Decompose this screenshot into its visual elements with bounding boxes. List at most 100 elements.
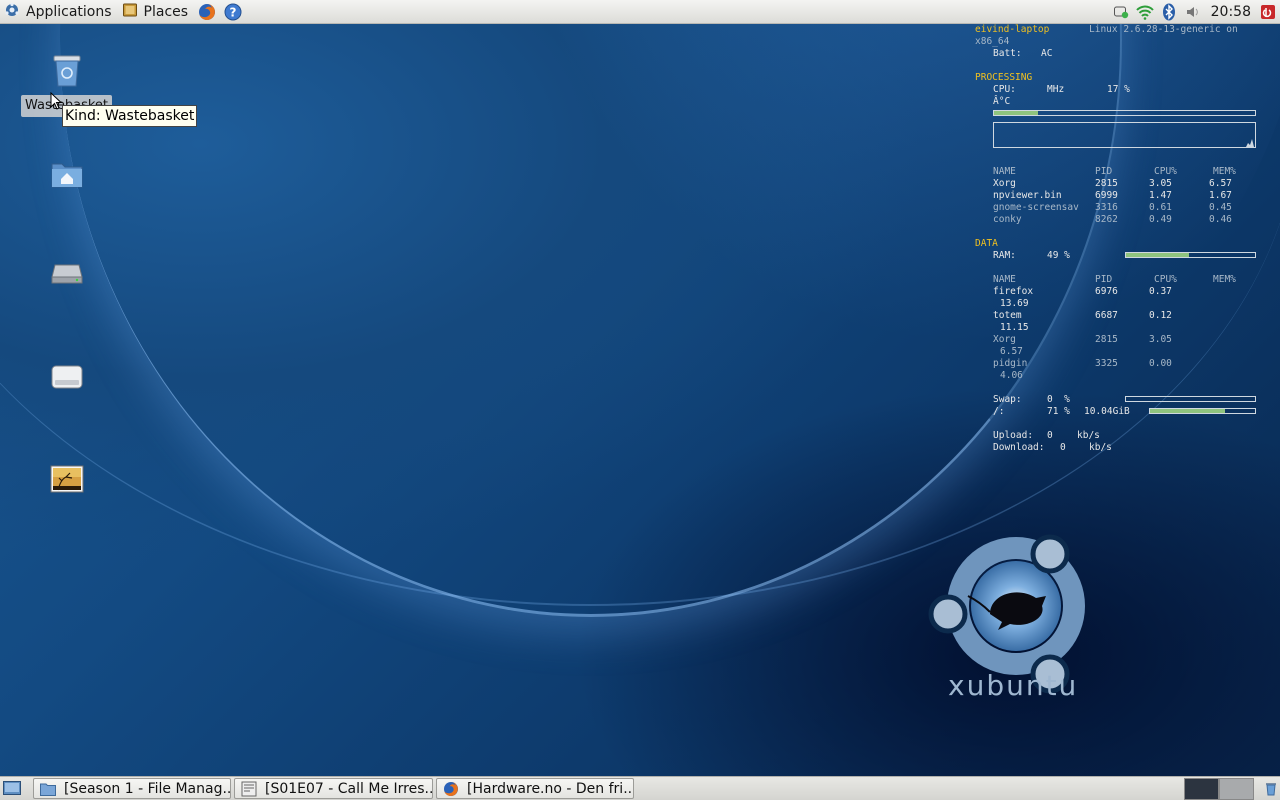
task-label: [S01E07 - Call Me Irres... [265, 780, 433, 797]
bottom-panel: [Season 1 - File Manag... [S01E07 - Call… [0, 776, 1280, 800]
conky-cpu-top-pid: 2815 [1095, 178, 1118, 189]
places-menu-label: Places [143, 3, 189, 20]
conky-mem-top-cpu: 0.12 [1149, 310, 1172, 321]
conky-mem-top-cpu: 3.05 [1149, 334, 1172, 345]
volume-icon[interactable] [1184, 3, 1202, 21]
conky-root-bar [1149, 408, 1256, 414]
conky-mem-top-mem: 11.15 [1000, 322, 1029, 333]
conky-mem-top-mem: 6.57 [1000, 346, 1023, 357]
applications-menu[interactable]: Applications [0, 0, 118, 24]
conky-cpu-top-name: npviewer.bin [993, 190, 1062, 201]
conky-upload-unit: kb/s [1077, 430, 1100, 441]
home-folder-icon[interactable] [50, 157, 84, 191]
conky-cpu-top-pid: 8262 [1095, 214, 1118, 225]
svg-text:?: ? [230, 5, 237, 19]
task-video-player[interactable]: [S01E07 - Call Me Irres... [234, 778, 433, 799]
desktop[interactable]: Wastebasket Kind: Wastebasket eivind-lap… [0, 24, 1280, 776]
conky-download-label: Download: [993, 442, 1045, 453]
applications-menu-icon [4, 2, 20, 22]
conky-cpu-label: CPU: [993, 84, 1016, 95]
notification-icon[interactable] [1112, 3, 1130, 21]
conky-mem-top-pid: 6687 [1095, 310, 1118, 321]
conky-mem-col-name: NAME [993, 274, 1016, 285]
workspace-1[interactable] [1184, 778, 1219, 800]
conky-root-label: /: [993, 406, 1005, 417]
conky-upload-label: Upload: [993, 430, 1034, 441]
hard-drive-icon[interactable] [50, 257, 84, 291]
task-label: [Season 1 - File Manag... [64, 780, 231, 797]
trash-applet-icon[interactable] [1264, 782, 1278, 796]
conky-mem-top-cpu: 0.37 [1149, 286, 1172, 297]
conky-mem-col-cpu: CPU% [1154, 274, 1177, 285]
conky-arch: x86_64 [975, 36, 1010, 47]
removable-drive-icon[interactable] [50, 360, 84, 394]
conky-cpu-col-cpu: CPU% [1154, 166, 1177, 177]
conky-temperature: Â°C [993, 96, 1011, 107]
conky-cpu-col-name: NAME [993, 166, 1016, 177]
firefox-icon [443, 781, 459, 797]
conky-cpu-top-mem: 6.57 [1209, 178, 1232, 189]
conky-cpu-col-mem: MEM% [1213, 166, 1236, 177]
system-tray: 20:58 [1109, 0, 1280, 24]
conky-upload-value: 0 [1047, 430, 1053, 441]
conky-cpu-top-mem: 0.45 [1209, 202, 1232, 213]
image-file-icon[interactable] [50, 462, 84, 496]
conky-mem-top-pid: 3325 [1095, 358, 1118, 369]
conky-mem-top-name: totem [993, 310, 1022, 321]
conky-hostname: eivind-laptop [975, 24, 1050, 35]
firefox-launcher[interactable] [197, 2, 217, 22]
folder-icon [40, 781, 56, 797]
conky-mem-col-mem: MEM% [1213, 274, 1236, 285]
conky-cpu-mhz-label: MHz [1047, 84, 1065, 95]
conky-cpu-percent: 17 % [1107, 84, 1130, 95]
conky-mem-top-pid: 2815 [1095, 334, 1118, 345]
conky-cpu-bar [993, 110, 1256, 116]
conky-mem-top-name: firefox [993, 286, 1034, 297]
conky-ram-bar-fill [1126, 253, 1190, 257]
show-desktop-icon[interactable] [3, 781, 21, 795]
wastebasket-icon[interactable] [50, 54, 84, 88]
conky-mem-top-mem: 4.06 [1000, 370, 1023, 381]
places-menu[interactable]: Places [118, 0, 195, 24]
firefox-icon [199, 3, 216, 20]
conky-cpu-top-name: gnome-screensav [993, 202, 1079, 213]
tooltip: Kind: Wastebasket [62, 105, 198, 127]
conky-cpu-graph [993, 122, 1256, 148]
conky-ram-label: RAM: [993, 250, 1016, 261]
task-firefox[interactable]: [Hardware.no - Den fri... [436, 778, 634, 799]
logout-icon[interactable] [1259, 3, 1277, 21]
task-file-manager[interactable]: [Season 1 - File Manag... [33, 778, 231, 799]
conky-cpu-top-name: conky [993, 214, 1022, 225]
places-menu-icon [122, 2, 138, 22]
conky-processing-header: PROCESSING [975, 72, 1033, 83]
conky-kernel: Linux 2.6.28-13-generic on [1089, 24, 1238, 35]
conky-cpu-top-mem: 0.46 [1209, 214, 1232, 225]
conky-cpu-bar-fill [994, 111, 1039, 115]
conky-root-size: 10.04GiB [1084, 406, 1130, 417]
bluetooth-icon[interactable] [1160, 3, 1178, 21]
conky-cpu-top-pid: 3316 [1095, 202, 1118, 213]
conky-ram-bar [1125, 252, 1256, 258]
help-icon: ? [224, 3, 242, 20]
workspace-2[interactable] [1219, 778, 1254, 800]
conky-mem-col-pid: PID [1095, 274, 1113, 285]
conky-cpu-top-cpu: 0.61 [1149, 202, 1172, 213]
conky-mem-top-mem: 13.69 [1000, 298, 1029, 309]
wifi-icon[interactable] [1135, 3, 1154, 21]
conky-root-percent: 71 % [1047, 406, 1070, 417]
conky-swap-bar [1125, 396, 1256, 402]
help-launcher[interactable]: ? [223, 2, 243, 22]
conky-swap-percent: 0 % [1047, 394, 1070, 405]
conky-ram-percent: 49 % [1047, 250, 1070, 261]
applications-menu-label: Applications [26, 3, 112, 20]
conky-root-bar-fill [1150, 409, 1225, 413]
conky-cpu-top-name: Xorg [993, 178, 1016, 189]
conky-cpu-top-cpu: 3.05 [1149, 178, 1172, 189]
mouse-cursor-icon [50, 92, 62, 110]
conky-cpu-top-mem: 1.67 [1209, 190, 1232, 201]
clock[interactable]: 20:58 [1211, 4, 1251, 20]
conky-cpu-top-cpu: 0.49 [1149, 214, 1172, 225]
conky-mem-top-pid: 6976 [1095, 286, 1118, 297]
conky-batt-value: AC [1041, 48, 1053, 59]
top-panel: Applications Places ? 20:58 [0, 0, 1280, 24]
